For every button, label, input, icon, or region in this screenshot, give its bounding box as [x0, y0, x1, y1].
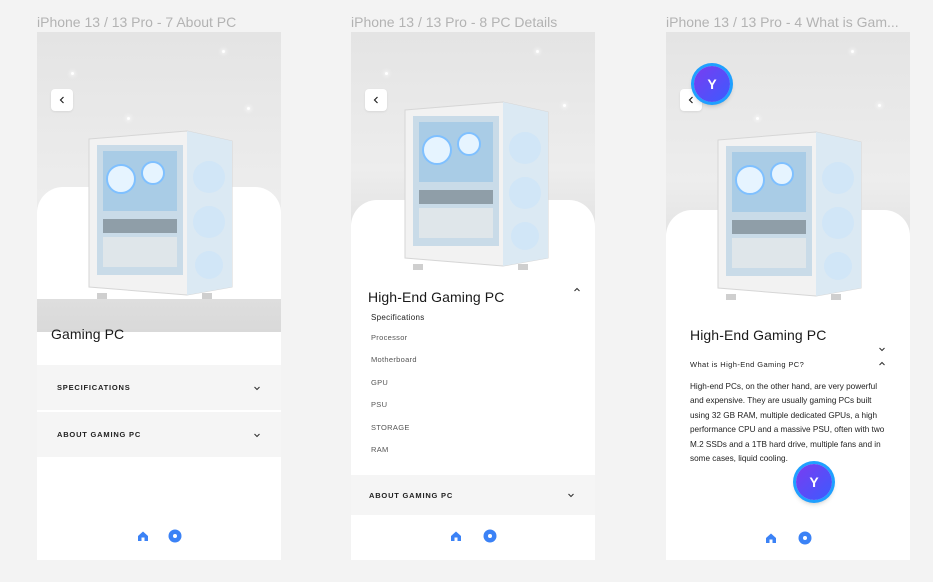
bottom-nav: [351, 529, 595, 543]
ceiling-light: [851, 50, 854, 53]
page-title: Gaming PC: [51, 326, 125, 342]
chevron-left-icon: [59, 96, 64, 104]
accordion-specifications[interactable]: SPECIFICATIONS: [37, 365, 281, 410]
accordion-label: ABOUT GAMING PC: [369, 490, 454, 500]
ceiling-light: [247, 107, 250, 110]
accordion-about-gaming-pc[interactable]: ABOUT GAMING PC: [351, 475, 595, 515]
avatar[interactable]: Y: [796, 464, 832, 500]
hero-image: [37, 32, 281, 332]
ceiling-light: [71, 72, 74, 75]
home-icon[interactable]: [136, 529, 150, 543]
ceiling-light: [536, 50, 539, 53]
faq-answer: High-end PCs, on the other hand, are ver…: [690, 382, 885, 464]
spec-item-processor[interactable]: Processor: [371, 333, 407, 342]
screen-about-pc: Gaming PC SPECIFICATIONS ABOUT GAMING PC: [37, 32, 281, 560]
bottom-nav: [666, 531, 910, 545]
ceiling-light: [563, 104, 566, 107]
spec-item-storage[interactable]: STORAGE: [371, 423, 410, 432]
frame-title-what-is: iPhone 13 / 13 Pro - 4 What is Gam...: [666, 14, 899, 30]
back-button[interactable]: [365, 89, 387, 111]
chevron-down-icon: [254, 433, 260, 437]
ceiling-light: [878, 104, 881, 107]
chevron-down-icon: [568, 493, 574, 498]
chevron-left-icon: [688, 96, 693, 104]
page-title: High-End Gaming PC: [690, 327, 827, 343]
ceiling-light: [385, 72, 388, 75]
chevron-up-icon[interactable]: [878, 360, 886, 368]
spec-item-gpu[interactable]: GPU: [371, 378, 388, 387]
chevron-left-icon: [373, 96, 378, 104]
gaming-pc-image: [404, 101, 549, 270]
circle-dot-icon[interactable]: [483, 529, 497, 543]
circle-dot-icon[interactable]: [168, 529, 182, 543]
faq-question[interactable]: What is High-End Gaming PC?: [690, 360, 804, 369]
ceiling-light: [756, 117, 759, 120]
screen-what-is-gaming-pc: Y High-End Gaming PC What is High-End Ga…: [666, 32, 910, 560]
frame-title-pc-details: iPhone 13 / 13 Pro - 8 PC Details: [351, 14, 558, 30]
ceiling-light: [127, 117, 130, 120]
frame-title-about-pc: iPhone 13 / 13 Pro - 7 About PC: [37, 14, 237, 30]
spec-item-motherboard[interactable]: Motherboard: [371, 355, 417, 364]
hero-image: [351, 32, 595, 282]
accordion-label: SPECIFICATIONS: [57, 383, 131, 392]
gaming-pc-image: [88, 130, 233, 299]
chevron-up-icon[interactable]: [573, 286, 581, 294]
spec-heading: Specifications: [371, 313, 425, 322]
page-title: High-End Gaming PC: [368, 289, 505, 305]
ceiling-light: [222, 50, 225, 53]
back-button[interactable]: [51, 89, 73, 111]
avatar[interactable]: Y: [694, 66, 730, 102]
chevron-down-icon[interactable]: [878, 345, 886, 353]
home-icon[interactable]: [764, 531, 778, 545]
bottom-nav: [37, 529, 281, 543]
gaming-pc-image: [717, 131, 862, 300]
screen-pc-details: High-End Gaming PC Specifications Proces…: [351, 32, 595, 560]
spec-item-ram[interactable]: RAM: [371, 445, 389, 454]
home-icon[interactable]: [449, 529, 463, 543]
accordion-about-gaming-pc[interactable]: ABOUT GAMING PC: [37, 412, 281, 457]
circle-dot-icon[interactable]: [798, 531, 812, 545]
chevron-down-icon: [254, 386, 260, 390]
spec-item-psu[interactable]: PSU: [371, 400, 387, 409]
accordion-label: ABOUT GAMING PC: [57, 430, 142, 439]
